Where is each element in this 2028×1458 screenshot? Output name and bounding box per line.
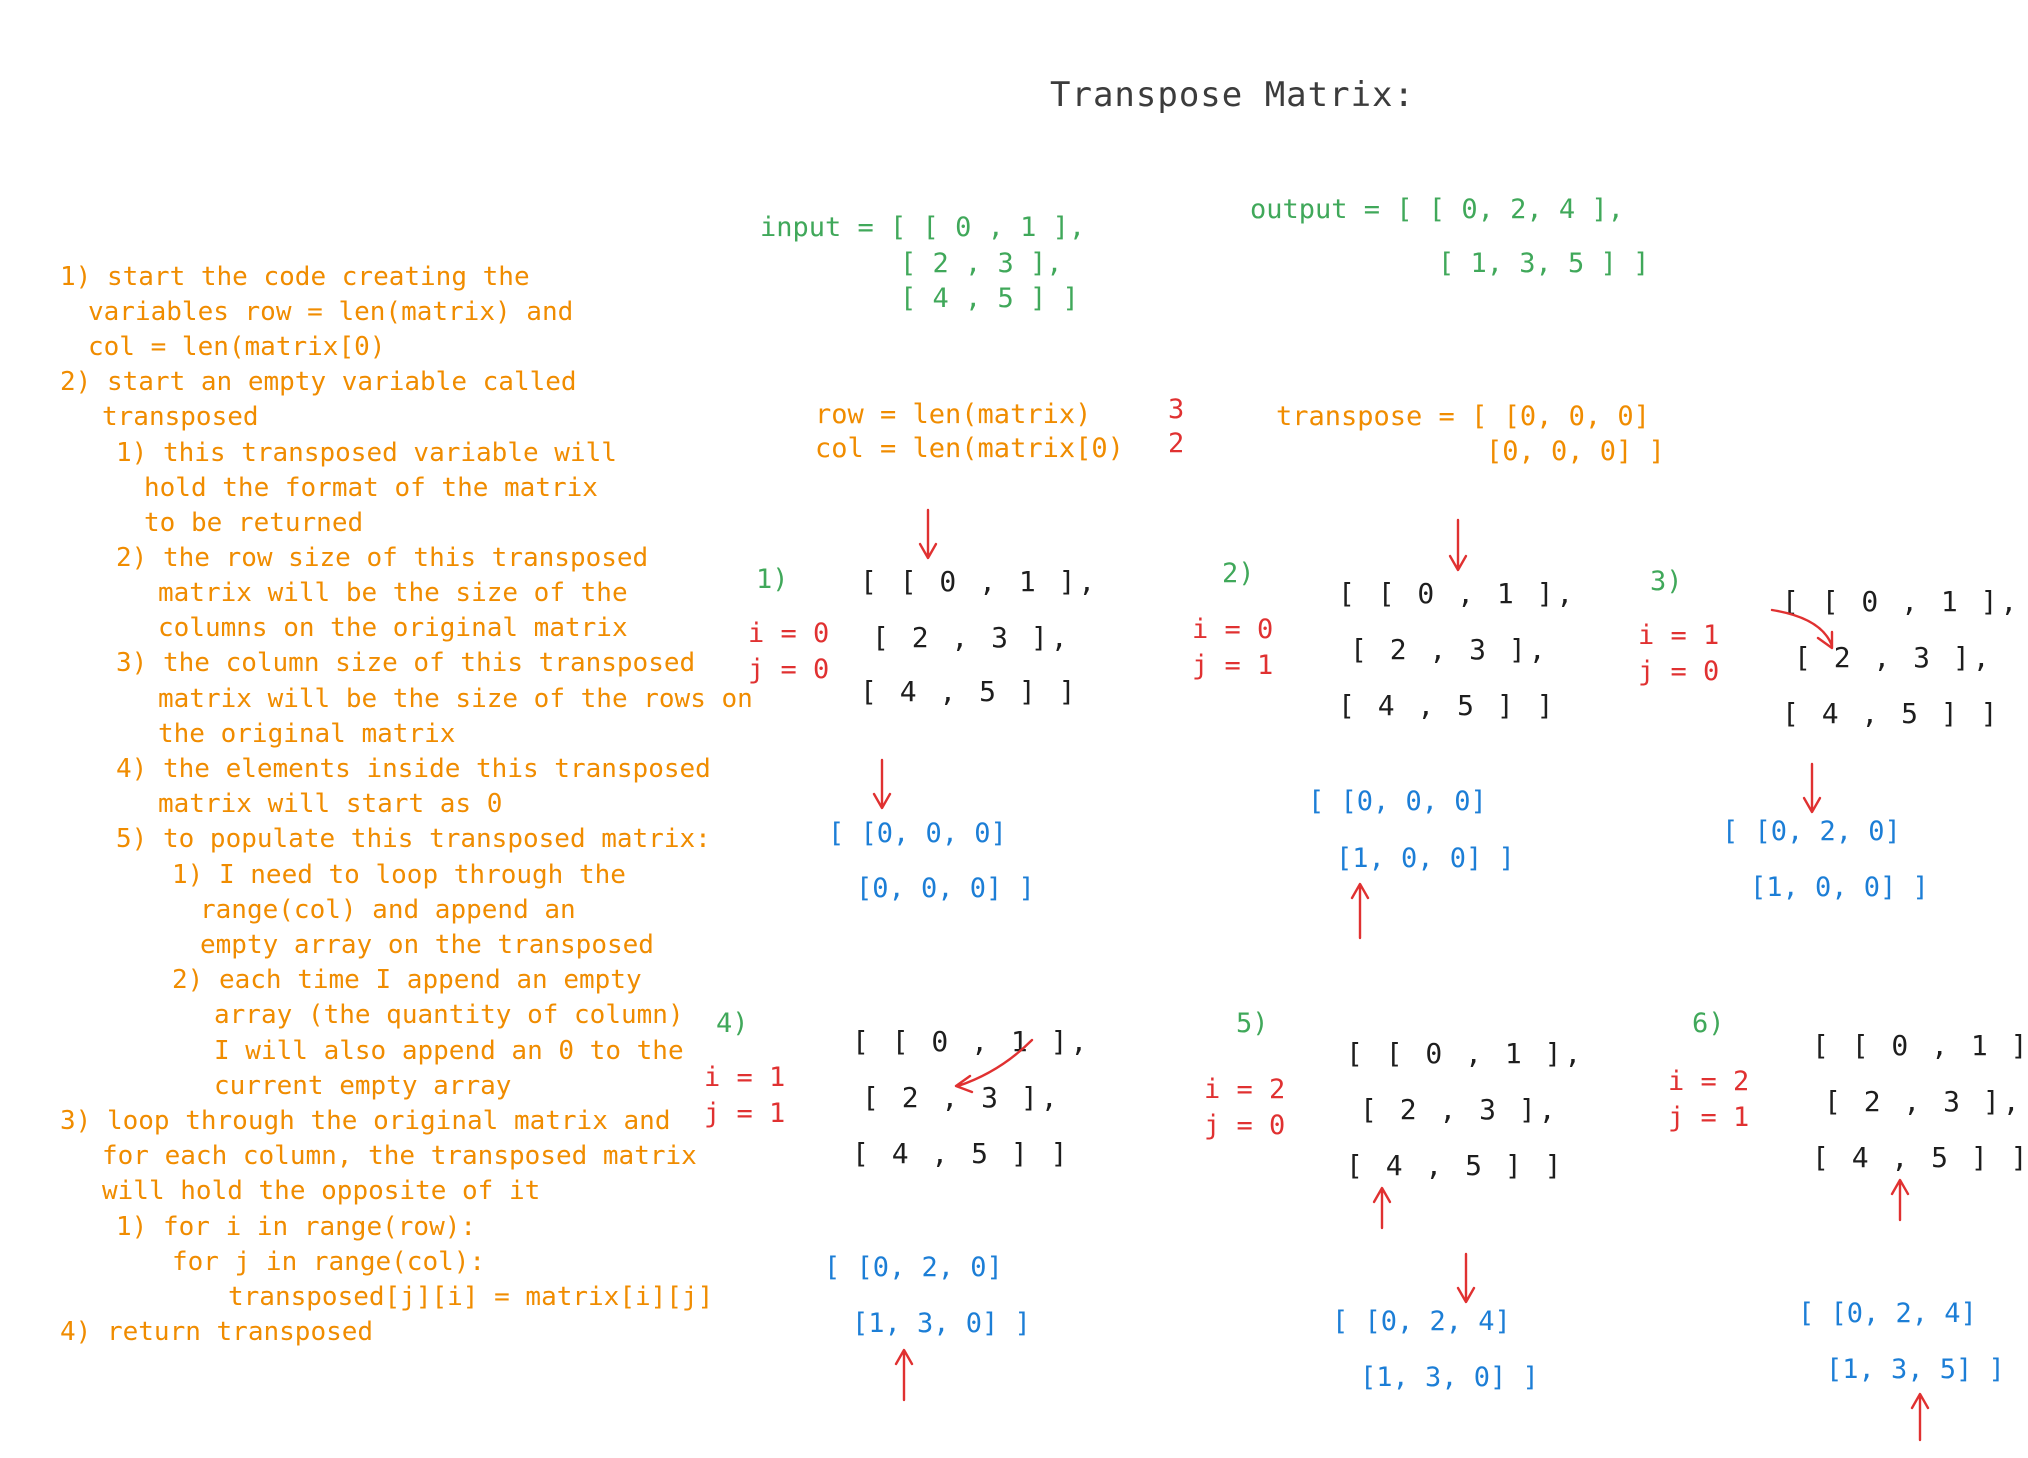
arrow-up-icon <box>1372 1186 1392 1230</box>
arrow-up-icon <box>1350 882 1370 940</box>
arrow-up-icon <box>894 1348 914 1402</box>
arrow-down-icon <box>1802 762 1822 814</box>
arrow-down-icon <box>872 758 892 810</box>
arrow-up-icon <box>1910 1392 1930 1442</box>
arrow-up-icon <box>1890 1178 1910 1222</box>
arrow-down-icon <box>1456 1252 1476 1304</box>
arrow-down-icon <box>918 508 938 560</box>
arrow-curved-icon <box>954 1038 1034 1094</box>
arrow-curved-icon <box>1770 608 1834 650</box>
arrows-layer <box>872 508 1930 1442</box>
arrow-down-icon <box>1448 518 1468 572</box>
